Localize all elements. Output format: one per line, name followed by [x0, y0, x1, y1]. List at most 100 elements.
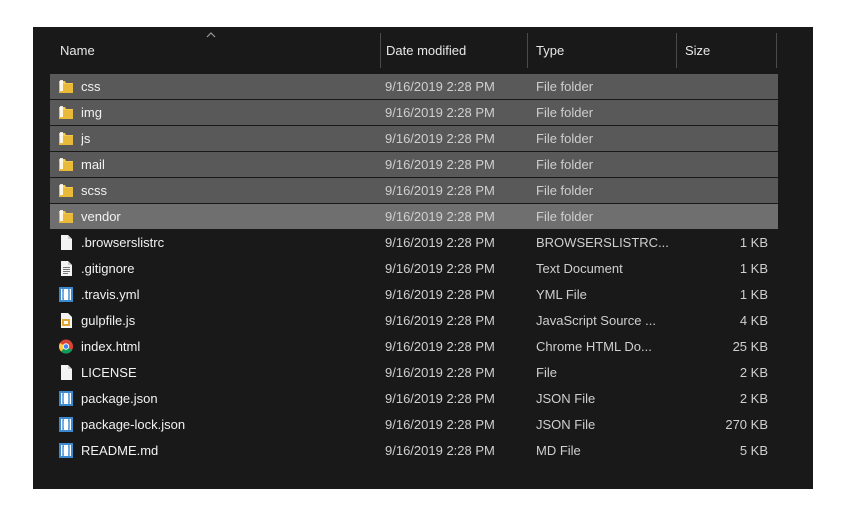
file-size: 1 KB	[739, 235, 768, 250]
file-row-selected[interactable]: img 9/16/2019 2:28 PM File folder	[50, 100, 778, 125]
file-type: JavaScript Source ...	[536, 313, 656, 328]
blank-file-icon	[58, 234, 74, 251]
file-date-modified: 9/16/2019 2:28 PM	[385, 313, 495, 328]
file-row-selected[interactable]: vendor 9/16/2019 2:28 PM File folder	[50, 204, 778, 229]
file-date-modified: 9/16/2019 2:28 PM	[385, 235, 495, 250]
file-date-modified: 9/16/2019 2:28 PM	[385, 209, 495, 224]
file-name: css	[81, 79, 101, 94]
file-type: File	[536, 365, 557, 380]
file-date-modified: 9/16/2019 2:28 PM	[385, 131, 495, 146]
file-name: js	[81, 131, 91, 146]
file-size	[690, 204, 768, 229]
file-row-selected[interactable]: js 9/16/2019 2:28 PM File folder	[50, 126, 778, 151]
file-row[interactable]: package-lock.json 9/16/2019 2:28 PM JSON F…	[50, 412, 778, 437]
file-type: File folder	[536, 209, 594, 224]
file-type: Text Document	[536, 261, 623, 276]
folder-icon	[58, 182, 74, 199]
file-name: .browserslistrc	[81, 235, 165, 250]
text-file-icon	[58, 260, 74, 277]
file-size	[690, 126, 768, 151]
file-row[interactable]: LICENSE 9/16/2019 2:28 PM File 2 KB	[50, 360, 778, 385]
folder-icon	[58, 130, 74, 147]
file-size: 1 KB	[739, 261, 768, 276]
file-size: 5 KB	[739, 443, 768, 458]
folder-icon	[58, 156, 74, 173]
file-row[interactable]: gulpfile.js 9/16/2019 2:28 PM JavaScript S…	[50, 308, 778, 333]
file-row[interactable]: .travis.yml 9/16/2019 2:28 PM YML File 1 KB	[50, 282, 778, 307]
file-name: .travis.yml	[81, 287, 140, 302]
file-type: Chrome HTML Do...	[536, 339, 652, 354]
file-date-modified: 9/16/2019 2:28 PM	[385, 443, 495, 458]
file-size	[690, 100, 768, 125]
column-header-date-modified[interactable]: Date modified	[386, 33, 516, 68]
file-size: 1 KB	[739, 287, 768, 302]
file-type: JSON File	[536, 391, 596, 406]
column-header-bar: Name Date modified Type Size	[33, 27, 813, 74]
file-size: 4 KB	[739, 313, 768, 328]
column-header-name[interactable]: Name	[60, 33, 370, 68]
file-name: img	[81, 105, 102, 120]
file-name: .gitignore	[81, 261, 135, 276]
file-date-modified: 9/16/2019 2:28 PM	[385, 105, 495, 120]
file-date-modified: 9/16/2019 2:28 PM	[385, 183, 495, 198]
file-row[interactable]: package.json 9/16/2019 2:28 PM JSON File 2 …	[50, 386, 778, 411]
blank-file-icon	[58, 364, 74, 381]
file-name: README.md	[81, 443, 159, 458]
file-type: BROWSERSLISTRC...	[536, 235, 669, 250]
file-size: 25 KB	[732, 339, 768, 354]
file-size	[690, 152, 768, 177]
file-type: File folder	[536, 131, 594, 146]
column-divider[interactable]	[776, 33, 777, 68]
chrome-file-icon	[58, 338, 74, 355]
file-explorer-list: Name Date modified Type Size css 9/16/201…	[33, 27, 813, 489]
file-size	[690, 74, 768, 99]
file-row[interactable]: README.md 9/16/2019 2:28 PM MD File 5 KB	[50, 438, 778, 463]
file-type: File folder	[536, 79, 594, 94]
file-name: package-lock.json	[81, 417, 186, 432]
folder-icon	[58, 78, 74, 95]
file-row[interactable]: .browserslistrc 9/16/2019 2:28 PM BROWSERS…	[50, 230, 778, 255]
file-size	[690, 178, 768, 203]
column-divider[interactable]	[380, 33, 381, 68]
file-date-modified: 9/16/2019 2:28 PM	[385, 417, 495, 432]
column-header-type[interactable]: Type	[536, 33, 666, 68]
code-file-icon	[58, 390, 74, 407]
column-header-size[interactable]: Size	[685, 33, 765, 68]
file-name: mail	[81, 157, 105, 172]
code-file-icon	[58, 442, 74, 459]
file-type: File folder	[536, 157, 594, 172]
js-file-icon	[58, 312, 74, 329]
file-date-modified: 9/16/2019 2:28 PM	[385, 391, 495, 406]
file-name: gulpfile.js	[81, 313, 136, 328]
file-date-modified: 9/16/2019 2:28 PM	[385, 261, 495, 276]
file-row-selected[interactable]: mail 9/16/2019 2:28 PM File folder	[50, 152, 778, 177]
column-divider[interactable]	[676, 33, 677, 68]
file-size: 2 KB	[739, 391, 768, 406]
file-date-modified: 9/16/2019 2:28 PM	[385, 157, 495, 172]
file-type: YML File	[536, 287, 587, 302]
folder-icon	[58, 208, 74, 225]
file-date-modified: 9/16/2019 2:28 PM	[385, 339, 495, 354]
file-type: JSON File	[536, 417, 596, 432]
file-date-modified: 9/16/2019 2:28 PM	[385, 365, 495, 380]
file-date-modified: 9/16/2019 2:28 PM	[385, 287, 495, 302]
file-size: 270 KB	[725, 417, 768, 432]
file-type: File folder	[536, 105, 594, 120]
file-row-selected[interactable]: scss 9/16/2019 2:28 PM File folder	[50, 178, 778, 203]
file-name: vendor	[81, 209, 121, 224]
file-name: package.json	[81, 391, 158, 406]
file-type: File folder	[536, 183, 594, 198]
file-name: LICENSE	[81, 365, 137, 380]
column-divider[interactable]	[527, 33, 528, 68]
file-row[interactable]: index.html 9/16/2019 2:28 PM Chrome HTML D…	[50, 334, 778, 359]
file-name: scss	[81, 183, 107, 198]
file-row-selected[interactable]: css 9/16/2019 2:28 PM File folder	[50, 74, 778, 99]
code-file-icon	[58, 416, 74, 433]
file-row[interactable]: .gitignore 9/16/2019 2:28 PM Text Document…	[50, 256, 778, 281]
file-name: index.html	[81, 339, 141, 354]
file-date-modified: 9/16/2019 2:28 PM	[385, 79, 495, 94]
file-size: 2 KB	[739, 365, 768, 380]
code-file-icon	[58, 286, 74, 303]
folder-icon	[58, 104, 74, 121]
file-type: MD File	[536, 443, 581, 458]
